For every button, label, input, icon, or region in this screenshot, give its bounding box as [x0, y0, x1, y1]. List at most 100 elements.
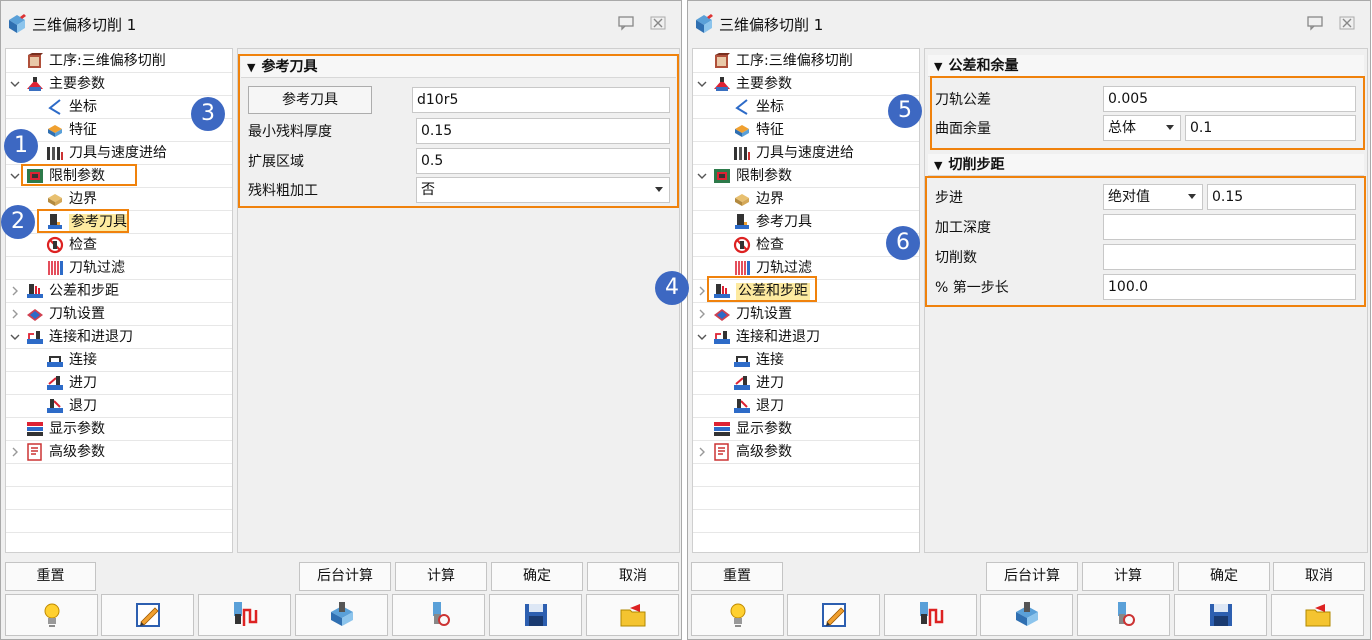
tree-item[interactable]: 连接和进退刀	[693, 326, 919, 349]
surface-stock-mode-value: 总体	[1108, 120, 1136, 136]
first-step-field[interactable]: 100.0	[1103, 274, 1356, 300]
undo-folder-button[interactable]	[586, 594, 679, 636]
tree-item-label: 退刀	[756, 398, 784, 414]
tree-item[interactable]: 刀具与速度进给	[6, 142, 232, 165]
tree-item[interactable]: 工序:三维偏移切削	[693, 50, 919, 73]
tool-path-button[interactable]	[198, 594, 291, 636]
tree-item[interactable]: 检查	[693, 234, 919, 257]
tree-item[interactable]: 参考刀具	[693, 211, 919, 234]
tree-item[interactable]: 主要参数	[6, 73, 232, 96]
section-header-tolerance[interactable]: ▼ 公差和余量	[928, 55, 1364, 77]
tree-item[interactable]: 显示参数	[6, 418, 232, 441]
ok-button[interactable]: 确定	[491, 562, 583, 591]
chevron-right-icon[interactable]	[696, 308, 708, 320]
cut-count-field[interactable]	[1103, 244, 1356, 270]
tree-item[interactable]: 连接和进退刀	[6, 326, 232, 349]
tree-item[interactable]: 进刀	[693, 372, 919, 395]
chevron-right-icon[interactable]	[696, 446, 708, 458]
save-disk-button[interactable]	[1174, 594, 1267, 636]
tree-item[interactable]: 限制参数	[693, 165, 919, 188]
tool-check-button[interactable]	[1077, 594, 1170, 636]
tree-item[interactable]: 公差和步距	[6, 280, 232, 303]
background-calc-button[interactable]: 后台计算	[986, 562, 1078, 591]
tree-item[interactable]: 高级参数	[6, 441, 232, 464]
tree-item[interactable]: 进刀	[6, 372, 232, 395]
tree-item[interactable]: 边界	[6, 188, 232, 211]
tree-item[interactable]: 高级参数	[693, 441, 919, 464]
comment-icon[interactable]	[1306, 15, 1324, 31]
chevron-right-icon[interactable]	[9, 285, 21, 297]
tree-empty-row	[6, 464, 232, 487]
calc-button[interactable]: 计算	[395, 562, 487, 591]
chevron-right-icon[interactable]	[9, 446, 21, 458]
tree-item[interactable]: 坐标	[693, 96, 919, 119]
tree-item-label: 检查	[69, 237, 97, 253]
lead-out-icon	[47, 399, 63, 413]
tree-item[interactable]: 检查	[6, 234, 232, 257]
save-disk-button[interactable]	[489, 594, 582, 636]
extend-region-field[interactable]: 0.5	[416, 148, 670, 174]
edit-pencil-button[interactable]	[101, 594, 194, 636]
stepover-mode-select[interactable]: 绝对值	[1103, 184, 1203, 210]
ok-button[interactable]: 确定	[1178, 562, 1270, 591]
tree-item[interactable]: 退刀	[693, 395, 919, 418]
tree-item[interactable]: 刀轨过滤	[693, 257, 919, 280]
min-stock-field[interactable]: 0.15	[416, 118, 670, 144]
surface-stock-mode-select[interactable]: 总体	[1103, 115, 1181, 141]
cut-depth-field[interactable]	[1103, 214, 1356, 240]
chevron-down-icon[interactable]	[696, 170, 708, 182]
tree-item[interactable]: 显示参数	[693, 418, 919, 441]
reset-button[interactable]: 重置	[5, 562, 96, 591]
stepover-field[interactable]: 0.15	[1207, 184, 1356, 210]
chevron-down-icon[interactable]	[9, 170, 21, 182]
chevron-down-icon[interactable]	[9, 331, 21, 343]
close-icon[interactable]	[1338, 15, 1356, 31]
tree-item[interactable]: 限制参数	[6, 165, 232, 188]
reference-tool-field[interactable]: d10r5	[412, 87, 670, 113]
lightbulb-button[interactable]	[5, 594, 98, 636]
chevron-right-icon[interactable]	[696, 285, 708, 297]
calc-button[interactable]: 计算	[1082, 562, 1174, 591]
tree-item[interactable]: 刀轨设置	[6, 303, 232, 326]
lightbulb-icon	[730, 603, 745, 627]
edit-pencil-button[interactable]	[787, 594, 880, 636]
cancel-button[interactable]: 取消	[587, 562, 679, 591]
rest-rough-select[interactable]: 否	[416, 177, 670, 203]
background-calc-button[interactable]: 后台计算	[299, 562, 391, 591]
solid-model-button[interactable]	[295, 594, 388, 636]
tree-item[interactable]: 边界	[693, 188, 919, 211]
toolpath-tolerance-field[interactable]: 0.005	[1103, 86, 1356, 112]
tree-item[interactable]: 退刀	[6, 395, 232, 418]
section-header-reference-tool[interactable]: ▼ 参考刀具	[241, 56, 676, 78]
tree-item[interactable]: 刀轨过滤	[6, 257, 232, 280]
tool-check-button[interactable]	[392, 594, 485, 636]
tree-item[interactable]: 参考刀具	[6, 211, 232, 234]
cancel-button[interactable]: 取消	[1273, 562, 1365, 591]
tree-item[interactable]: 公差和步距	[693, 280, 919, 303]
chevron-down-icon[interactable]	[696, 78, 708, 90]
lightbulb-button[interactable]	[691, 594, 784, 636]
solid-model-button[interactable]	[980, 594, 1073, 636]
close-icon[interactable]	[649, 15, 667, 31]
tool-path-button[interactable]	[884, 594, 977, 636]
tree-item[interactable]: 主要参数	[693, 73, 919, 96]
reference-tool-button[interactable]: 参考刀具	[248, 86, 372, 114]
tree-item[interactable]: 连接	[6, 349, 232, 372]
surface-stock-field[interactable]: 0.1	[1185, 115, 1356, 141]
tree-item[interactable]: 特征	[693, 119, 919, 142]
tree-item-label: 坐标	[69, 99, 97, 115]
tree-item[interactable]: 刀轨设置	[693, 303, 919, 326]
min-stock-label: 最小残料厚度	[248, 124, 332, 140]
reference-tool-icon	[48, 214, 62, 229]
undo-folder-button[interactable]	[1271, 594, 1364, 636]
tree-item[interactable]: 刀具与速度进给	[693, 142, 919, 165]
comment-icon[interactable]	[617, 15, 635, 31]
chevron-down-icon[interactable]	[9, 78, 21, 90]
reset-button[interactable]: 重置	[691, 562, 783, 591]
step-badge-2: 2	[1, 205, 35, 239]
chevron-down-icon[interactable]	[696, 331, 708, 343]
chevron-right-icon[interactable]	[9, 308, 21, 320]
section-header-stepover[interactable]: ▼ 切削步距	[928, 154, 1364, 176]
tree-item[interactable]: 工序:三维偏移切削	[6, 50, 232, 73]
tree-item[interactable]: 连接	[693, 349, 919, 372]
